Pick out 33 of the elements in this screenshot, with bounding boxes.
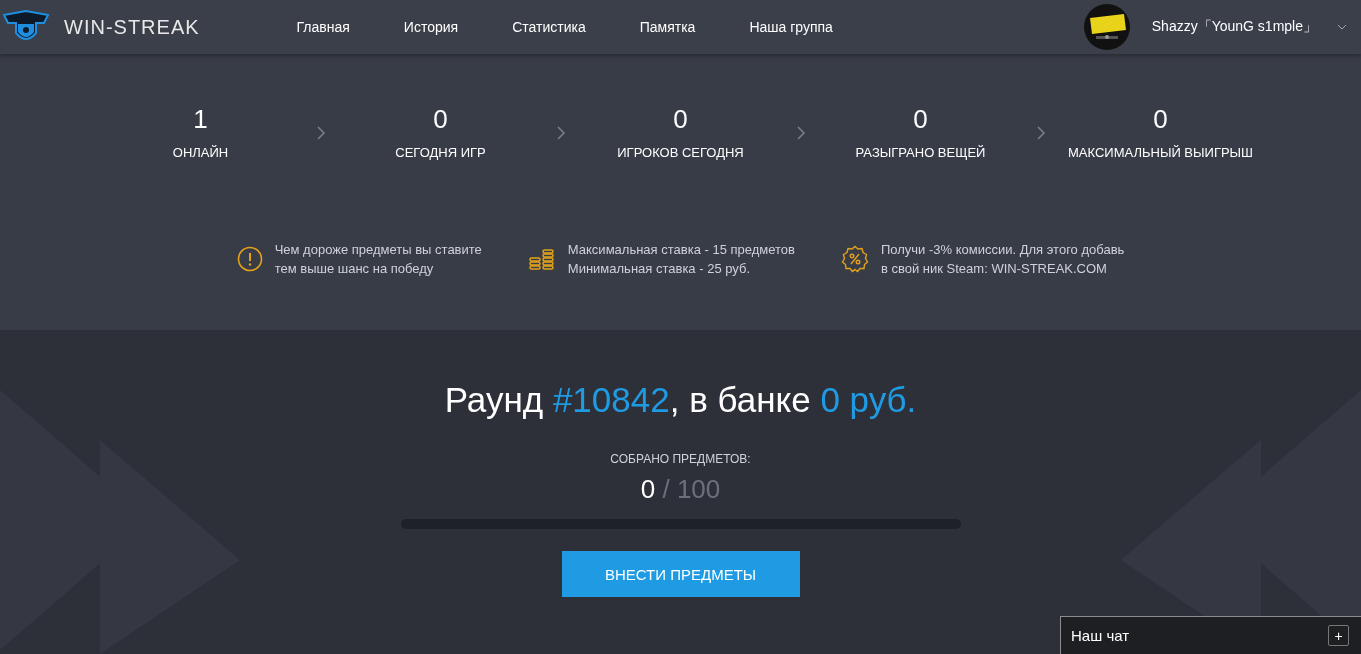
chevron-right-icon: [796, 126, 805, 140]
nav-link[interactable]: Главная: [269, 19, 377, 35]
stat-value: 0: [433, 104, 448, 135]
items-counter: 0 / 100: [640, 474, 721, 505]
nav-link[interactable]: История: [376, 19, 486, 35]
stat-label: МАКСИМАЛЬНЫЙ ВЫИГРЫШ: [1068, 145, 1253, 160]
percent-badge-icon: [840, 245, 869, 273]
chevron-right-icon: [556, 126, 565, 140]
chevron-right-icon: [1036, 126, 1045, 140]
nav-link[interactable]: Статистика: [485, 19, 613, 35]
coins-icon: [527, 246, 556, 272]
stat-value: 0: [1153, 104, 1168, 135]
round-title: Раунд #10842, в банке 0 руб.: [444, 380, 917, 420]
stat-value: 0: [913, 104, 928, 135]
stat-label: РАЗЫГРАНО ВЕЩЕЙ: [855, 145, 986, 160]
tip-text: Чем дороже предметы вы ставите тем выше шанс на победу: [274, 241, 482, 278]
user-name[interactable]: Shazzy「YounG s1mple」: [1151, 18, 1317, 36]
chevron-right-icon: [316, 126, 325, 140]
expand-chat-button[interactable]: +: [1328, 625, 1349, 646]
tip-text: Получи -3% комиссии. Для этого добавь в свой ник Steam: WIN-STREAK.COM: [880, 241, 1125, 278]
exclamation-circle-icon: [236, 246, 263, 272]
nav-link[interactable]: Наша группа: [722, 19, 860, 35]
stat-label: ИГРОКОВ СЕГОДНЯ: [617, 145, 744, 160]
collected-label: СОБРАНО ПРЕДМЕТОВ:: [610, 452, 751, 466]
stat-value: 1: [193, 104, 208, 135]
stat-label: СЕГОДНЯ ИГР: [395, 145, 486, 160]
chat-title: Наш чат: [1071, 627, 1130, 644]
site-brand[interactable]: WIN-STREAK: [64, 15, 200, 39]
tip-text: Максимальная ставка - 15 предметов Минимальная ставка - 25 руб.: [567, 241, 795, 278]
stat-label: ОНЛАЙН: [172, 145, 229, 160]
chevron-down-icon[interactable]: [1337, 24, 1347, 30]
nav-link[interactable]: Памятка: [612, 19, 723, 35]
stat-value: 0: [673, 104, 688, 135]
